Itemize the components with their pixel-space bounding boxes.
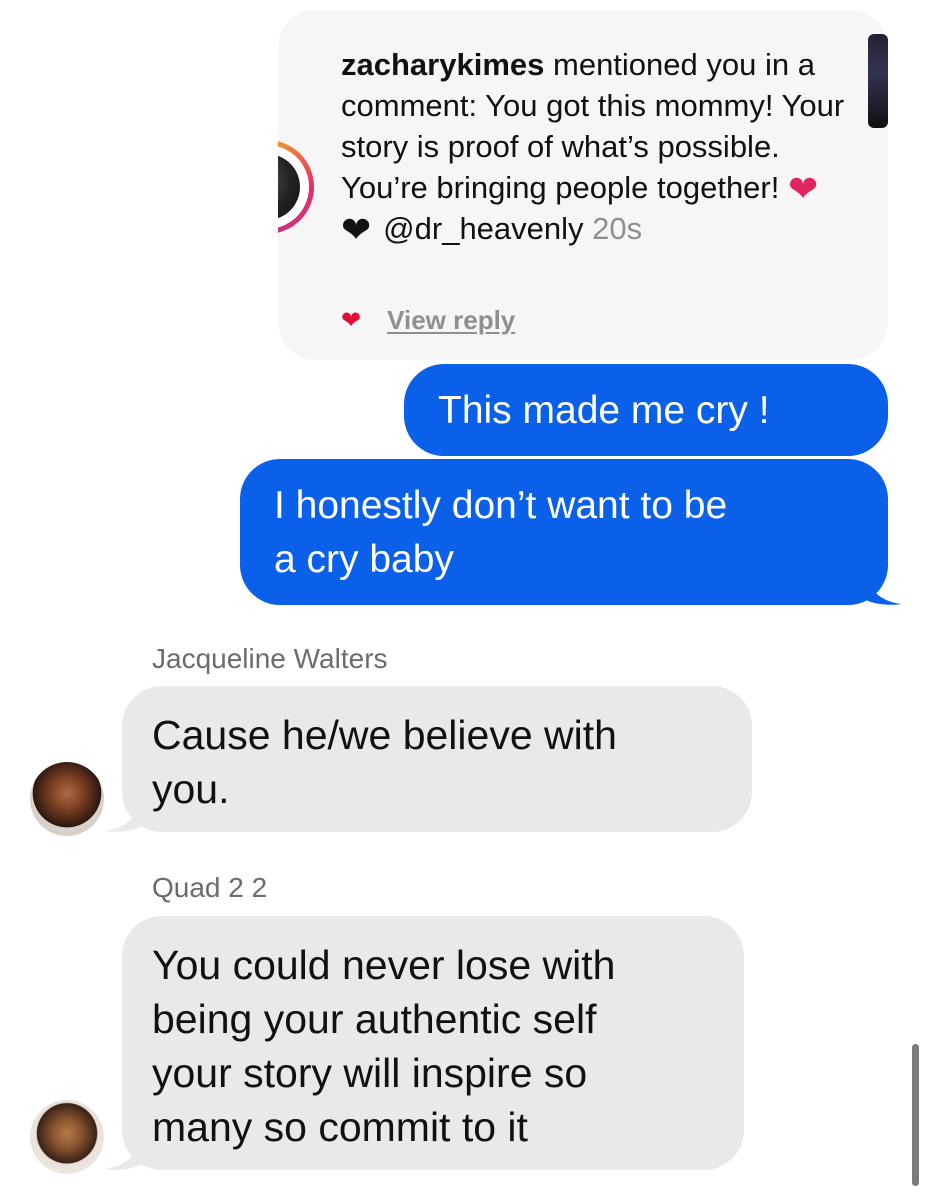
post-thumbnail[interactable]: [868, 34, 888, 128]
card-footer: ❤ View reply: [341, 302, 515, 338]
message-text-line: I honestly don’t want to be: [274, 484, 728, 527]
view-reply-link[interactable]: View reply: [387, 305, 515, 336]
incoming-message[interactable]: Cause he/we believe with you.: [122, 686, 752, 832]
chat-screen: zacharykimes mentioned you in a comment:…: [0, 0, 927, 1200]
scroll-indicator[interactable]: [912, 1044, 919, 1186]
message-text-line: You could never lose with: [152, 942, 616, 988]
avatar: [278, 154, 300, 220]
avatar[interactable]: [30, 1100, 104, 1174]
avatar[interactable]: [30, 762, 104, 836]
message-text-line: your story will inspire so: [152, 1050, 588, 1096]
black-heart-icon: ❤: [341, 209, 372, 250]
message-text-line: you.: [152, 766, 230, 812]
comment-username[interactable]: zacharykimes: [341, 47, 544, 82]
message-text-line: a cry baby: [274, 538, 454, 581]
sender-name: Jacqueline Walters: [152, 643, 388, 674]
bubble-tail: [104, 1131, 144, 1170]
bubble-tail: [104, 793, 144, 832]
red-heart-icon: ❤: [787, 168, 819, 209]
comment-text: zacharykimes mentioned you in a comment:…: [341, 44, 849, 249]
story-ring-avatar[interactable]: [278, 140, 314, 234]
comment-time: 20s: [592, 211, 643, 246]
shared-comment-card[interactable]: zacharykimes mentioned you in a comment:…: [278, 10, 888, 360]
mention-handle[interactable]: @dr_heavenly: [383, 211, 583, 246]
message-text-line: Cause he/we believe with: [152, 712, 617, 758]
outgoing-message[interactable]: This made me cry !: [404, 364, 888, 456]
bubble-tail: [862, 566, 902, 605]
message-text-line: being your authentic self: [152, 996, 597, 1042]
message-text: This made me cry !: [438, 389, 770, 432]
incoming-message[interactable]: You could never lose with being your aut…: [122, 916, 744, 1170]
like-heart-icon[interactable]: ❤: [341, 306, 361, 335]
message-text-line: many so commit to it: [152, 1104, 528, 1150]
sender-name: Quad 2 2: [152, 872, 268, 903]
outgoing-message[interactable]: I honestly don’t want to be a cry baby: [240, 459, 888, 605]
